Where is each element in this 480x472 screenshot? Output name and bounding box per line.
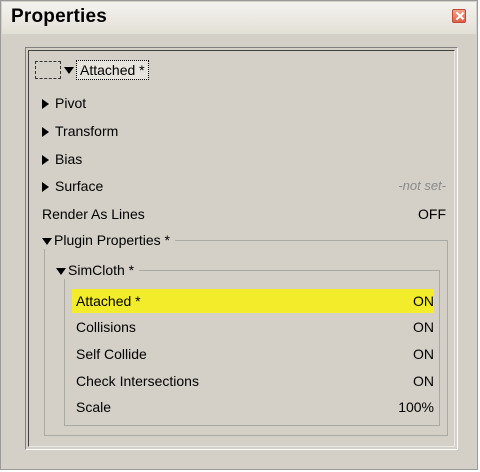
object-header[interactable]: Attached * bbox=[35, 59, 149, 81]
row-surface-text: Surface bbox=[55, 178, 104, 194]
collapse-triangle-icon[interactable] bbox=[64, 66, 74, 74]
expand-triangle-icon[interactable] bbox=[42, 155, 49, 166]
row-bias[interactable]: Bias bbox=[42, 148, 446, 170]
surface-value[interactable]: -not set- bbox=[398, 175, 446, 197]
window-title: Properties bbox=[11, 6, 107, 27]
row-render-as-lines[interactable]: Render As Lines OFF bbox=[42, 203, 446, 225]
row-transform-text: Transform bbox=[55, 123, 119, 139]
collapse-triangle-icon[interactable] bbox=[42, 238, 52, 245]
plugin-properties-header[interactable]: Plugin Properties * bbox=[42, 231, 175, 249]
row-transform-label: Transform bbox=[42, 120, 118, 142]
simcloth-row-check-intersections[interactable]: Check Intersections ON bbox=[72, 369, 434, 393]
render-as-lines-label: Render As Lines bbox=[42, 206, 145, 222]
simcloth-row-collisions[interactable]: Collisions ON bbox=[72, 315, 434, 339]
row-surface-label: Surface bbox=[42, 175, 103, 197]
scale-value[interactable]: 100% bbox=[398, 395, 434, 419]
row-surface[interactable]: Surface -not set- bbox=[42, 175, 446, 197]
check-intersections-label: Check Intersections bbox=[76, 373, 199, 389]
simcloth-row-scale[interactable]: Scale 100% bbox=[72, 395, 434, 419]
expand-triangle-icon[interactable] bbox=[42, 182, 49, 193]
collisions-label: Collisions bbox=[76, 319, 136, 335]
simcloth-title: SimCloth * bbox=[68, 262, 135, 278]
selection-box-icon bbox=[35, 61, 61, 79]
properties-window: Properties Attached * Pivot Transform Bi… bbox=[0, 0, 478, 470]
close-icon[interactable] bbox=[452, 9, 466, 23]
title-bar[interactable]: Properties bbox=[2, 2, 476, 34]
collapse-triangle-icon[interactable] bbox=[56, 268, 66, 275]
expand-triangle-icon[interactable] bbox=[42, 127, 49, 138]
row-transform[interactable]: Transform bbox=[42, 120, 446, 142]
attached-label: Attached * bbox=[76, 293, 141, 309]
self-collide-label: Self Collide bbox=[76, 346, 147, 362]
plugin-properties-title: Plugin Properties * bbox=[54, 232, 170, 248]
simcloth-row-attached[interactable]: Attached * ON bbox=[72, 289, 434, 313]
render-as-lines-value[interactable]: OFF bbox=[418, 203, 446, 225]
scale-label: Scale bbox=[76, 399, 112, 415]
collisions-value[interactable]: ON bbox=[413, 315, 434, 339]
object-name: Attached * bbox=[76, 60, 149, 80]
check-intersections-value[interactable]: ON bbox=[413, 369, 434, 393]
simcloth-header[interactable]: SimCloth * bbox=[56, 261, 140, 279]
properties-panel: Attached * Pivot Transform Bias Surface … bbox=[25, 47, 458, 450]
row-pivot-label: Pivot bbox=[42, 92, 86, 114]
row-pivot[interactable]: Pivot bbox=[42, 92, 446, 114]
row-bias-label: Bias bbox=[42, 148, 82, 170]
self-collide-value[interactable]: ON bbox=[413, 342, 434, 366]
simcloth-row-self-collide[interactable]: Self Collide ON bbox=[72, 342, 434, 366]
expand-triangle-icon[interactable] bbox=[42, 99, 49, 110]
row-bias-text: Bias bbox=[55, 151, 83, 167]
attached-value[interactable]: ON bbox=[413, 289, 434, 313]
row-pivot-text: Pivot bbox=[55, 95, 87, 111]
